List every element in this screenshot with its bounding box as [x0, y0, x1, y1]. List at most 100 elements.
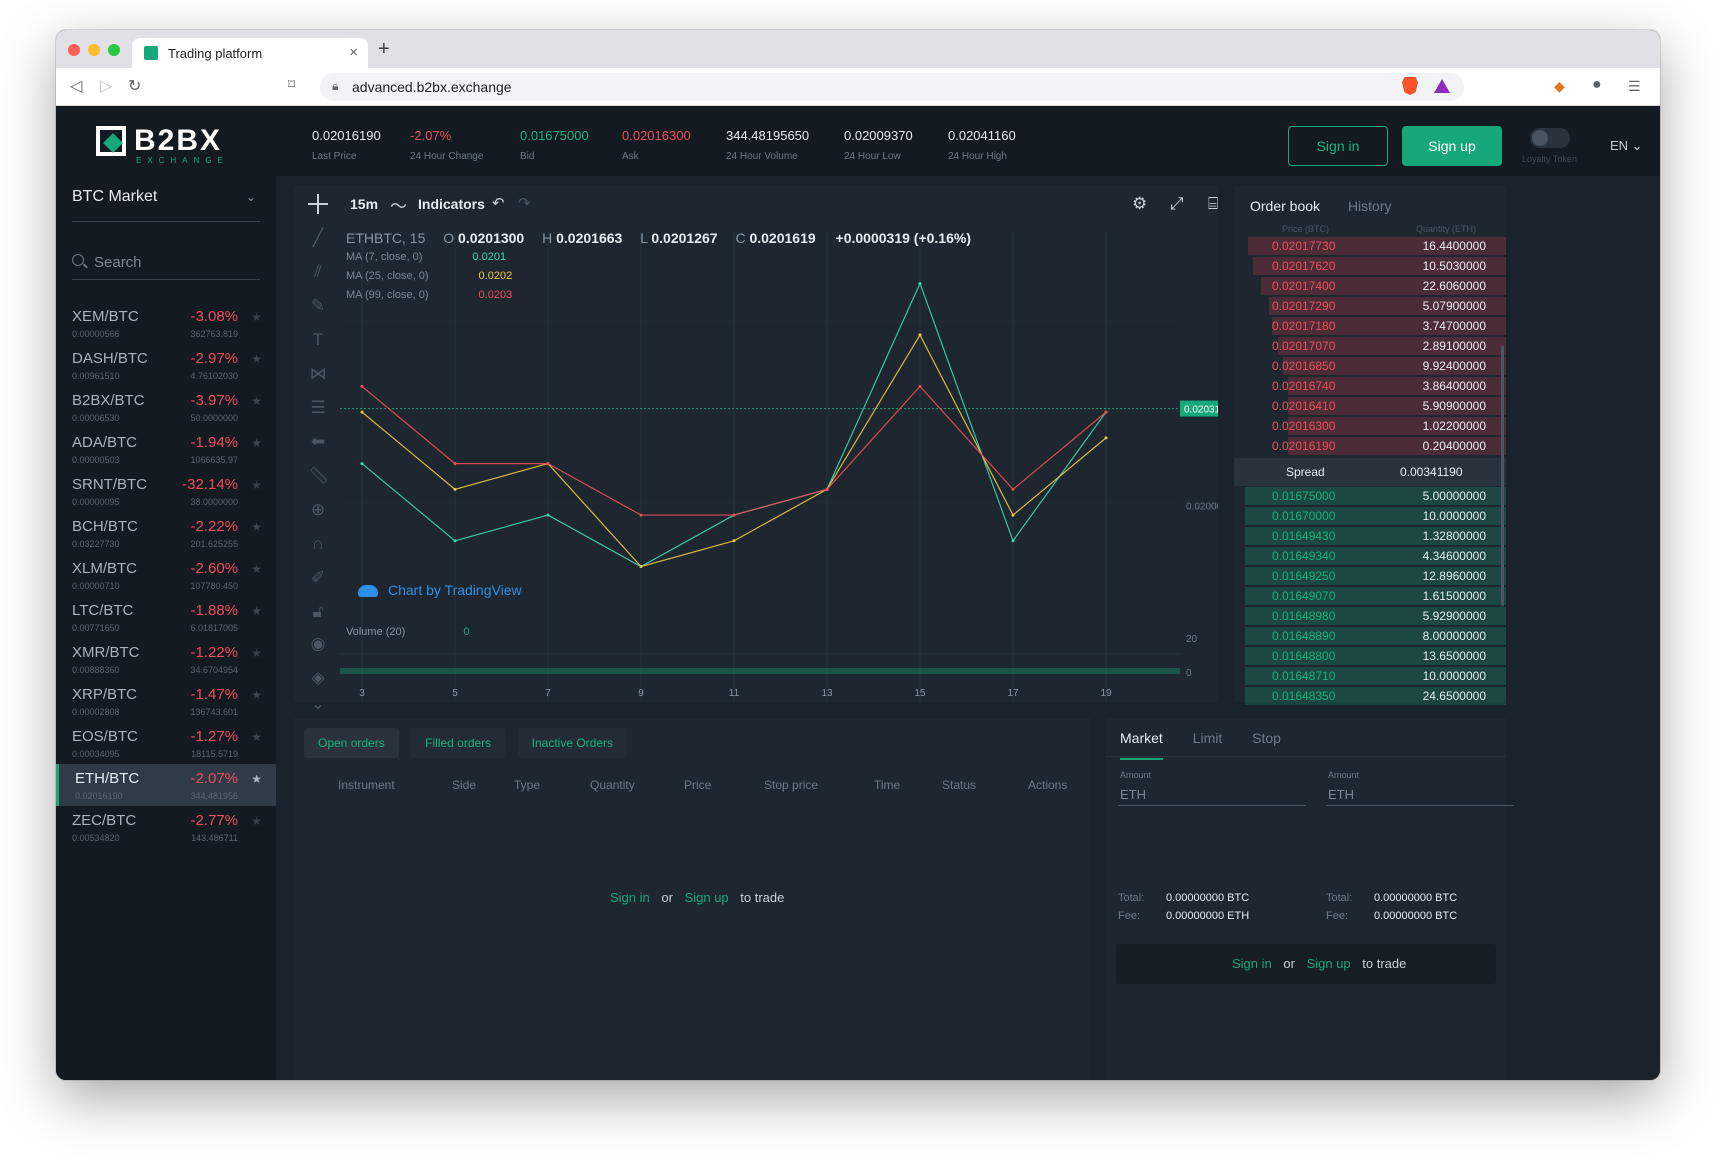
tab-open-orders[interactable]: Open orders [304, 728, 399, 758]
table-row[interactable]: 0.01670000 10.0000000 [1234, 506, 1506, 526]
table-row[interactable]: 0.01648350 24.6500000 [1234, 686, 1506, 706]
indicators-wave-icon[interactable]: 〜 [390, 192, 407, 217]
symbol-label[interactable]: ETHBTC, 15 [346, 230, 425, 246]
camera-icon[interactable]: ⌸ [1208, 194, 1218, 214]
tab-history[interactable]: History [1348, 198, 1392, 214]
back-arrow-icon[interactable]: ◁ [70, 76, 82, 96]
table-row[interactable]: 0.02017290 5.07900000 [1234, 296, 1506, 316]
orders-sign-in-link[interactable]: Sign in [610, 890, 650, 905]
list-item[interactable]: XLM/BTC -2.60% ★ 0.00000710 107780.450 [56, 554, 276, 596]
magnet-icon[interactable]: ∩ [308, 534, 328, 554]
prediction-tool-icon[interactable]: ☰ [308, 398, 328, 418]
star-icon[interactable]: ★ [251, 688, 262, 702]
gear-icon[interactable]: ⚙ [1132, 194, 1147, 214]
table-row[interactable]: 0.02016740 3.86400000 [1234, 376, 1506, 396]
ma-7-legend[interactable]: MA (7, close, 0) 0.0201 [346, 251, 506, 263]
table-row[interactable]: 0.01649250 12.8960000 [1234, 566, 1506, 586]
tab-limit[interactable]: Limit [1193, 730, 1223, 758]
list-item[interactable]: DASH/BTC -2.97% ★ 0.00961510 4.76102030 [56, 344, 276, 386]
sell-amount-input[interactable] [1328, 784, 1508, 804]
loyalty-token-toggle[interactable]: Loyalty Token [1522, 126, 1578, 166]
tab-inactive-orders[interactable]: Inactive Orders [517, 728, 628, 758]
tab-stop[interactable]: Stop [1252, 730, 1281, 758]
address-bar[interactable]: 🔒︎ advanced.b2bx.exchange [320, 73, 1464, 101]
ruler-icon[interactable]: 📏︎ [308, 466, 330, 486]
bookmark-icon[interactable]: ⌑ [288, 76, 295, 93]
volume-legend[interactable]: Volume (20) 0 [346, 626, 469, 638]
star-icon[interactable]: ★ [251, 772, 262, 786]
tab-close-icon[interactable]: × [349, 44, 358, 61]
toggle-switch[interactable] [1530, 128, 1570, 148]
trade-sign-in-link[interactable]: Sign in [1232, 956, 1272, 971]
star-icon[interactable]: ★ [251, 814, 262, 828]
redo-icon[interactable]: ↷ [518, 194, 531, 212]
brush-icon[interactable]: ✎ [308, 296, 328, 316]
table-row[interactable]: 0.01675000 5.00000000 [1234, 486, 1506, 506]
table-row[interactable]: 0.01648980 5.92900000 [1234, 606, 1506, 626]
table-row[interactable]: 0.01648800 13.6500000 [1234, 646, 1506, 666]
table-row[interactable]: 0.01649070 1.61500000 [1234, 586, 1506, 606]
ma-99-legend[interactable]: MA (99, close, 0) 0.0203 [346, 289, 512, 301]
pencil-lock-icon[interactable]: ✐ [308, 568, 328, 588]
table-row[interactable]: 0.02017070 2.89100000 [1234, 336, 1506, 356]
brave-shield-icon[interactable] [1402, 77, 1418, 95]
list-item[interactable]: ZEC/BTC -2.77% ★ 0.00534820 143.486711 [56, 806, 276, 848]
tab-filled-orders[interactable]: Filled orders [411, 728, 506, 758]
orders-sign-up-link[interactable]: Sign up [685, 890, 729, 905]
list-item[interactable]: ADA/BTC -1.94% ★ 0.00000503 1066635.97 [56, 428, 276, 470]
list-item[interactable]: LTC/BTC -1.88% ★ 0.00771650 6.01817005 [56, 596, 276, 638]
text-tool-icon[interactable]: T [308, 330, 328, 350]
list-item[interactable]: EOS/BTC -1.27% ★ 0.00034095 18115.5719 [56, 722, 276, 764]
table-row[interactable]: 0.02016190 0.20400000 [1234, 436, 1506, 456]
list-item[interactable]: SRNT/BTC -32.14% ★ 0.00000095 38.0000000 [56, 470, 276, 512]
table-row[interactable]: 0.02017180 3.74700000 [1234, 316, 1506, 336]
order-book-scrollbar[interactable] [1501, 346, 1504, 606]
new-tab-button[interactable]: + [378, 38, 390, 61]
table-row[interactable]: 0.02016850 9.92400000 [1234, 356, 1506, 376]
reload-icon[interactable]: ↻ [128, 76, 141, 96]
fib-tool-icon[interactable]: ⫽ [308, 262, 328, 282]
table-row[interactable]: 0.02016410 5.90900000 [1234, 396, 1506, 416]
search-input[interactable] [94, 250, 254, 274]
layers-icon[interactable]: ◈ [308, 668, 328, 688]
star-icon[interactable]: ★ [251, 352, 262, 366]
star-icon[interactable]: ★ [251, 646, 262, 660]
brave-rewards-icon[interactable] [1434, 79, 1450, 93]
sign-in-button[interactable]: Sign in [1288, 126, 1388, 166]
search-box[interactable] [72, 250, 260, 280]
minimize-window-button[interactable] [88, 44, 100, 56]
star-icon[interactable]: ★ [251, 310, 262, 324]
forward-arrow-icon[interactable]: ▷ [100, 76, 112, 96]
indicators-button[interactable]: Indicators [418, 196, 485, 212]
fullscreen-icon[interactable]: ⤢ [1170, 194, 1184, 214]
crosshair-icon[interactable] [308, 194, 328, 214]
list-item[interactable]: B2BX/BTC -3.97% ★ 0.00006530 50.0000000 [56, 386, 276, 428]
close-window-button[interactable] [68, 44, 80, 56]
sell-amount-field[interactable]: Amount [1326, 770, 1514, 806]
table-row[interactable]: 0.01648890 8.00000000 [1234, 626, 1506, 646]
market-select[interactable]: BTC Market ⌄ [72, 188, 260, 222]
profile-avatar-icon[interactable]: ● [1592, 76, 1602, 94]
trend-line-icon[interactable]: ╱ [308, 228, 328, 248]
arrow-left-icon[interactable]: ⬅ [308, 432, 328, 452]
menu-icon[interactable]: ☰ [1628, 78, 1641, 95]
table-row[interactable]: 0.02017730 16.4400000 [1234, 236, 1506, 256]
ma-25-legend[interactable]: MA (25, close, 0) 0.0202 [346, 270, 512, 282]
table-row[interactable]: 0.02016300 1.02200000 [1234, 416, 1506, 436]
list-item[interactable]: BCH/BTC -2.22% ★ 0.03227730 201.625255 [56, 512, 276, 554]
list-item[interactable]: XEM/BTC -3.08% ★ 0.00000566 362763.819 [56, 302, 276, 344]
star-icon[interactable]: ★ [251, 436, 262, 450]
maximize-window-button[interactable] [108, 44, 120, 56]
eye-icon[interactable]: ◉ [308, 634, 328, 654]
star-icon[interactable]: ★ [251, 562, 262, 576]
tradingview-attribution[interactable]: Chart by TradingView [358, 582, 522, 598]
list-item[interactable]: XRP/BTC -1.47% ★ 0.00002808 136743.601 [56, 680, 276, 722]
tab-order-book[interactable]: Order book [1250, 198, 1320, 214]
trade-sign-up-link[interactable]: Sign up [1307, 956, 1351, 971]
buy-amount-field[interactable]: Amount [1118, 770, 1306, 806]
star-icon[interactable]: ★ [251, 394, 262, 408]
undo-icon[interactable]: ↶ [492, 194, 505, 212]
browser-tab[interactable]: Trading platform × [132, 38, 368, 68]
star-icon[interactable]: ★ [251, 604, 262, 618]
buy-amount-input[interactable] [1120, 784, 1300, 804]
